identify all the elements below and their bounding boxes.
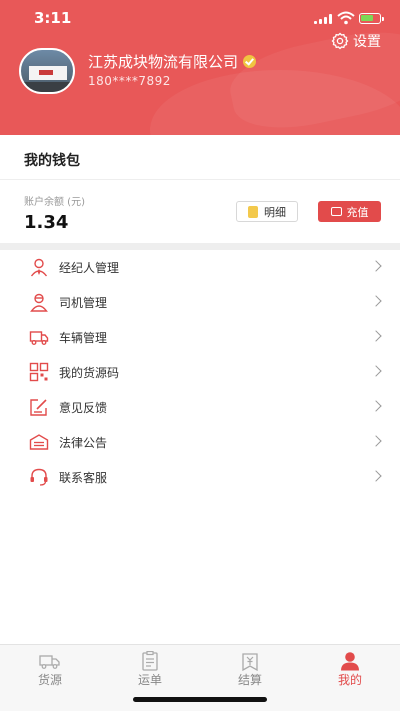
menu-item-label: 车辆管理 [59,331,108,345]
feedback-icon [30,399,47,416]
settings-button[interactable]: 设置 [331,30,381,52]
avatar[interactable] [19,48,75,94]
tab-label: 货源 [37,673,62,687]
menu-item-label: 我的货源码 [59,366,120,380]
truck-icon [29,331,49,345]
chevron-right-icon [370,260,382,272]
gear-icon [331,32,349,50]
chevron-right-icon [370,330,382,342]
balance-value: 1.34 [24,212,69,233]
cellular-signal-icon [314,14,332,24]
chevron-right-icon [370,435,382,447]
divider [0,179,400,180]
menu-item-vehicle-management[interactable]: 车辆管理 [0,320,400,355]
tab-settlement[interactable]: 结算 [200,645,300,692]
menu-item-label: 经纪人管理 [59,261,120,275]
chevron-right-icon [370,365,382,377]
battery-icon [359,13,384,24]
tab-cargo-source[interactable]: 货源 [0,645,100,692]
menu-item-driver-management[interactable]: 司机管理 [0,285,400,320]
headset-icon [30,468,48,486]
recharge-button[interactable]: 充值 [318,201,381,222]
avatar-truck [29,66,67,80]
legal-notice-icon [29,434,49,450]
tab-label: 我的 [337,673,362,687]
broker-icon [30,258,48,277]
tab-label: 运单 [137,673,162,687]
waybill-icon [142,651,158,671]
wallet-card: 我的钱包 账户余额 (元) 1.34 明细 充值 [0,135,400,243]
menu-item-feedback[interactable]: 意见反馈 [0,390,400,425]
details-button-label: 明细 [264,205,286,219]
driver-icon [30,293,48,312]
menu-item-label: 意见反馈 [59,401,108,415]
tab-mine[interactable]: 我的 [300,645,400,692]
menu-item-legal-notice[interactable]: 法律公告 [0,425,400,460]
menu-item-label: 联系客服 [59,471,108,485]
section-gap [0,243,400,250]
truck-icon [39,655,60,669]
settlement-icon [242,653,258,671]
details-button[interactable]: 明细 [236,201,298,222]
chevron-right-icon [370,470,382,482]
ledger-icon [248,205,258,218]
wallet-icon [330,207,342,216]
home-indicator [133,697,267,702]
wifi-icon [337,11,355,25]
menu-item-label: 司机管理 [59,296,108,310]
tab-waybill[interactable]: 运单 [100,645,200,692]
user-phone: 180****7892 [88,74,171,88]
verified-badge-icon [243,55,257,68]
company-name: 江苏成块物流有限公司 [88,51,257,72]
qr-code-icon [29,362,49,382]
menu-list: 经纪人管理 司机管理 车辆管理 我的货源码 意见反馈 法律公告 联系客服 [0,250,400,495]
menu-item-customer-service[interactable]: 联系客服 [0,460,400,495]
user-icon [341,652,359,671]
settings-label: 设置 [353,34,381,50]
avatar-road [21,82,73,92]
menu-item-cargo-source-code[interactable]: 我的货源码 [0,355,400,390]
balance-label: 账户余额 (元) [24,197,85,208]
wallet-title: 我的钱包 [24,153,80,169]
chevron-right-icon [370,295,382,307]
chevron-right-icon [370,400,382,412]
status-time: 3:11 [34,9,72,27]
menu-item-label: 法律公告 [59,436,108,450]
recharge-button-label: 充值 [346,205,369,219]
menu-item-broker-management[interactable]: 经纪人管理 [0,250,400,285]
company-name-text: 江苏成块物流有限公司 [88,53,239,71]
tab-label: 结算 [237,673,262,687]
